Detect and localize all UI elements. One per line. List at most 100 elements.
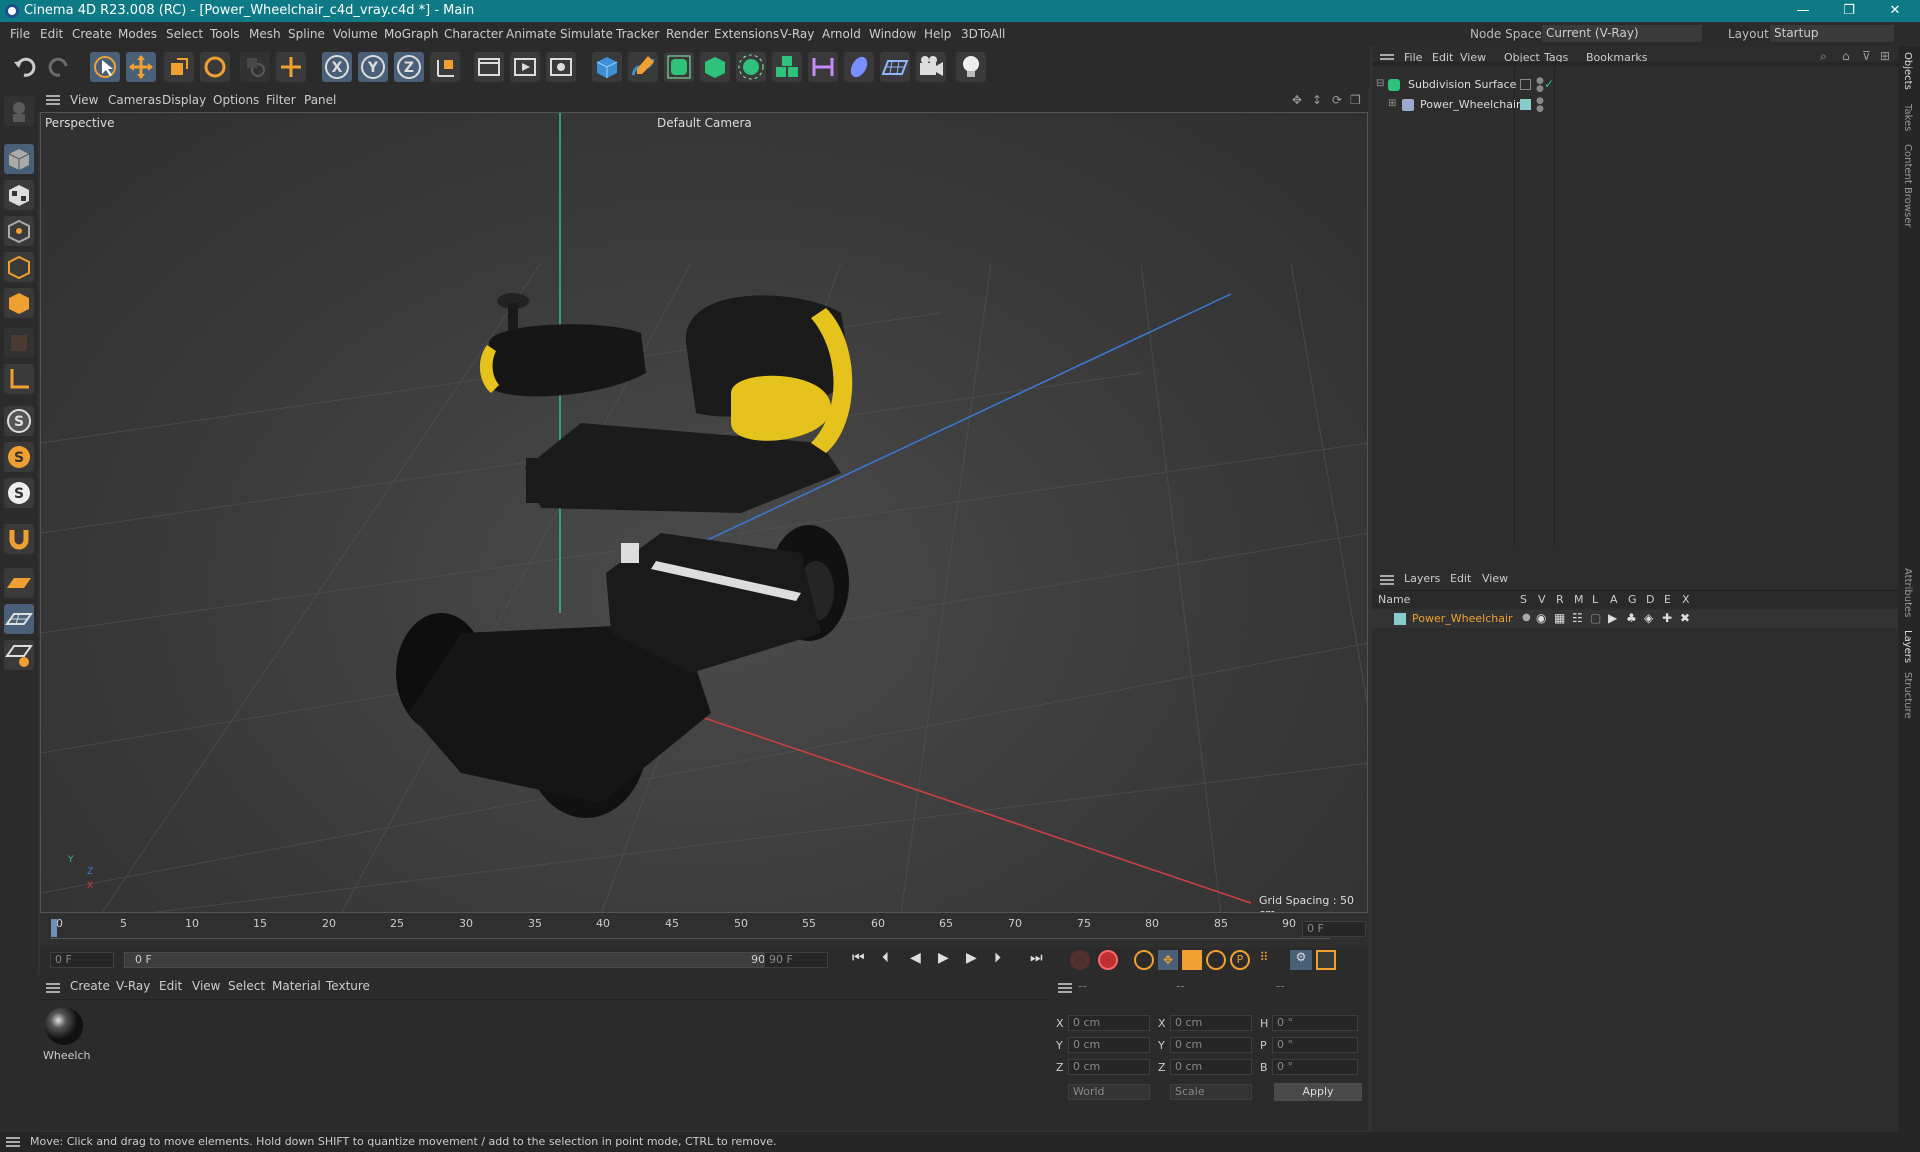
pen-spline-icon[interactable]	[628, 52, 658, 82]
model-mode-icon[interactable]	[4, 96, 34, 126]
y-axis-lock-icon[interactable]: Y	[358, 52, 388, 82]
keyframe-selection-icon[interactable]	[1134, 950, 1154, 970]
side-tab-objects[interactable]: Objects	[1902, 52, 1913, 90]
close-button[interactable]: ✕	[1872, 0, 1918, 22]
render-settings-icon[interactable]	[546, 52, 576, 82]
node-space-dropdown[interactable]: Current (V-Ray)	[1542, 25, 1702, 42]
texture-mode-icon[interactable]	[4, 180, 34, 210]
menu-mograph[interactable]: MoGraph	[384, 22, 439, 46]
light-icon[interactable]	[956, 52, 986, 82]
menu-create[interactable]: Create	[72, 22, 112, 46]
perspective-viewport[interactable]: Perspective Default Camera Grid Spacing …	[40, 112, 1368, 913]
end-frame-field[interactable]: 90 F	[764, 952, 828, 968]
material-menu-material[interactable]: Material	[272, 979, 321, 993]
key-parameter-icon[interactable]: P	[1230, 950, 1250, 970]
menu-vray[interactable]: V-Ray	[780, 22, 814, 46]
material-menu-view[interactable]: View	[192, 979, 220, 993]
menu-arnold[interactable]: Arnold	[822, 22, 861, 46]
z-axis-lock-icon[interactable]: Z	[394, 52, 424, 82]
menu-animate[interactable]: Animate	[506, 22, 556, 46]
layer-xref-icon[interactable]: ✖	[1680, 611, 1690, 625]
layer-animation-icon[interactable]: ▶	[1608, 611, 1617, 625]
visibility-dots-icon[interactable]: ● ●	[1536, 97, 1544, 114]
menu-extensions[interactable]: Extensions	[714, 22, 779, 46]
coord-rot-h-field[interactable]: 0 °	[1272, 1015, 1358, 1031]
deformer-icon[interactable]	[808, 52, 838, 82]
layer-lock-icon[interactable]: ▢	[1590, 611, 1601, 625]
motion-system-icon[interactable]: ⚙	[1290, 950, 1312, 970]
coord-size-y-field[interactable]: 0 cm	[1170, 1037, 1252, 1053]
previous-key-icon[interactable]: ⏴	[882, 950, 889, 966]
viewport-hamburger-icon[interactable]	[46, 95, 60, 105]
polygons-mode-icon[interactable]	[4, 288, 34, 318]
object-filter-icon[interactable]: ⊽	[1862, 49, 1871, 63]
minimize-button[interactable]: —	[1780, 0, 1826, 22]
coordinates-hamburger-icon[interactable]	[1058, 983, 1072, 993]
side-tab-takes[interactable]: Takes	[1902, 104, 1913, 131]
cube-primitive-icon[interactable]	[592, 52, 622, 82]
layer-menu-view[interactable]: View	[1482, 572, 1508, 585]
layer-name[interactable]: Power_Wheelchair	[1412, 612, 1513, 625]
menu-volume[interactable]: Volume	[333, 22, 378, 46]
side-tab-attributes[interactable]: Attributes	[1902, 568, 1913, 617]
field-icon[interactable]	[844, 52, 874, 82]
layer-view-eye-icon[interactable]: ◉	[1536, 611, 1546, 625]
menu-select[interactable]: Select	[166, 22, 203, 46]
timeline-track[interactable]	[50, 917, 1330, 939]
points-mode-icon[interactable]	[4, 216, 34, 246]
menu-file[interactable]: File	[10, 22, 30, 46]
coordinate-system-icon[interactable]	[430, 52, 460, 82]
cloner-icon[interactable]	[736, 52, 766, 82]
material-thumbnail[interactable]	[43, 1005, 85, 1047]
viewport-zoom-icon[interactable]: ↕	[1312, 88, 1322, 112]
last-tool-icon[interactable]	[240, 52, 270, 82]
start-frame-field[interactable]: 0 F	[50, 952, 114, 968]
current-frame-field[interactable]: 0 F	[1302, 921, 1366, 937]
viewport-menu-cameras[interactable]: Cameras	[108, 88, 161, 112]
magnet-icon[interactable]	[4, 524, 34, 554]
grid-snap-icon[interactable]	[4, 604, 34, 634]
mograph-cloner-cubes-icon[interactable]	[772, 52, 802, 82]
viewport-menu-view[interactable]: View	[70, 88, 98, 112]
side-tab-content-browser[interactable]: Content Browser	[1902, 144, 1913, 227]
menu-modes[interactable]: Modes	[118, 22, 157, 46]
x-axis-lock-icon[interactable]: X	[322, 52, 352, 82]
live-selection-icon[interactable]	[90, 52, 120, 82]
expand-toggle-icon[interactable]: ⊟	[1376, 78, 1384, 89]
floor-environment-icon[interactable]	[880, 52, 910, 82]
next-key-icon[interactable]: ⏵	[994, 950, 1001, 966]
object-new-window-icon[interactable]: ⊞	[1880, 49, 1890, 63]
move-tool-icon[interactable]	[126, 52, 156, 82]
layer-menu-layers[interactable]: Layers	[1404, 572, 1440, 585]
material-hamburger-icon[interactable]	[46, 983, 60, 993]
layer-render-icon[interactable]: ▦	[1554, 611, 1565, 625]
side-tab-layers[interactable]: Layers	[1902, 630, 1913, 663]
menu-tools[interactable]: Tools	[210, 22, 240, 46]
coord-pos-z-field[interactable]: 0 cm	[1068, 1059, 1150, 1075]
coord-size-z-field[interactable]: 0 cm	[1170, 1059, 1252, 1075]
layout-dropdown[interactable]: Startup	[1770, 25, 1894, 42]
timeline-ruler[interactable]: 0 5 10 15 20 25 30 35 40 45 50 55 60 65 …	[40, 913, 1368, 947]
render-to-picture-viewer-icon[interactable]	[510, 52, 540, 82]
menu-mesh[interactable]: Mesh	[249, 22, 281, 46]
layer-deformers-icon[interactable]: ◈	[1644, 611, 1653, 625]
redo-icon[interactable]	[44, 52, 74, 82]
menu-help[interactable]: Help	[924, 22, 951, 46]
viewport-menu-display[interactable]: Display	[162, 88, 206, 112]
symmetry-icon[interactable]: S	[4, 478, 34, 508]
side-tab-structure[interactable]: Structure	[1902, 672, 1913, 719]
menu-3dtoall[interactable]: 3DToAll	[961, 22, 1005, 46]
layer-solo-icon[interactable]: ●	[1522, 612, 1531, 623]
object-name[interactable]: Power_Wheelchair	[1420, 98, 1521, 111]
transform-tool-icon[interactable]	[276, 52, 306, 82]
status-hamburger-icon[interactable]	[6, 1137, 20, 1147]
edges-mode-icon[interactable]	[4, 252, 34, 282]
restore-button[interactable]: ❐	[1826, 0, 1872, 22]
previous-frame-icon[interactable]: ◀	[910, 950, 921, 966]
subdivision-surface-icon[interactable]	[664, 52, 694, 82]
locked-workplane-icon[interactable]	[4, 640, 34, 670]
object-mode-icon[interactable]	[4, 144, 34, 174]
material-menu-texture[interactable]: Texture	[326, 979, 370, 993]
menu-character[interactable]: Character	[444, 22, 503, 46]
go-to-start-icon[interactable]: ⏮	[852, 950, 865, 966]
